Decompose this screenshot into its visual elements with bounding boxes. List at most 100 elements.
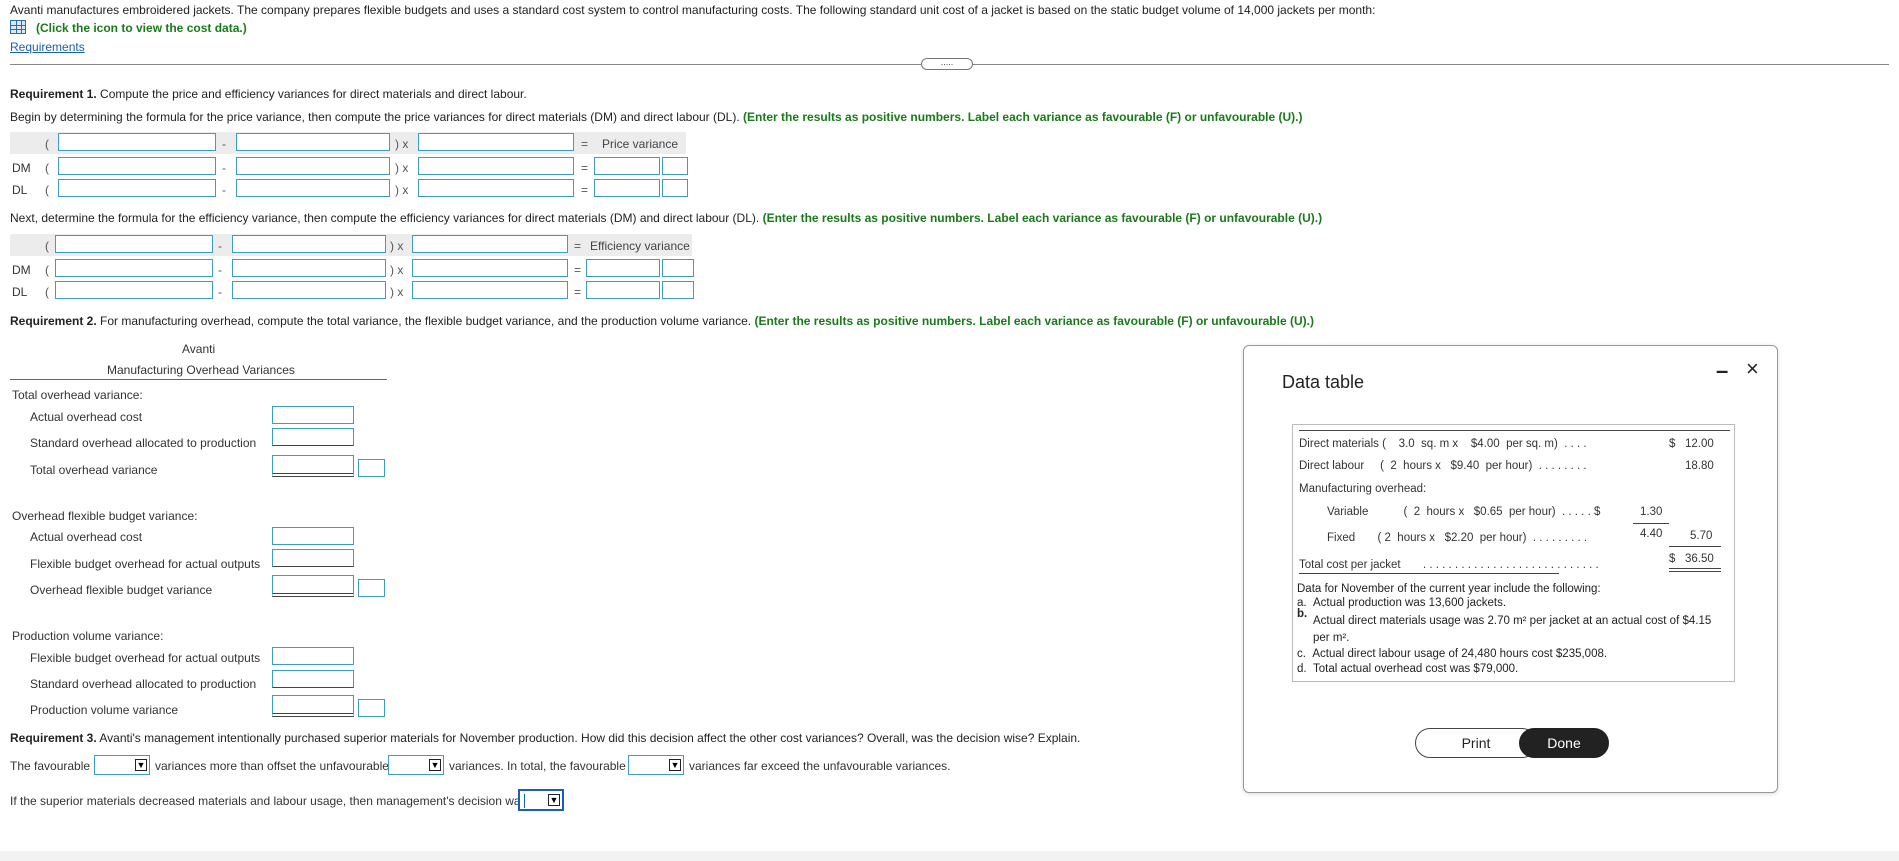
total-value: $ 36.50 bbox=[1669, 553, 1714, 565]
total-row: Total cost per jacket . . . . . . . . . … bbox=[1299, 559, 1599, 571]
prod-variance-amount[interactable] bbox=[272, 695, 354, 717]
dm-label: DM bbox=[12, 161, 31, 175]
minus-sign: - bbox=[218, 263, 222, 277]
resize-handle[interactable]: ..... bbox=[921, 58, 973, 70]
dl-price-variance-label[interactable] bbox=[662, 179, 688, 197]
prod-std-allocated-input[interactable] bbox=[272, 670, 354, 688]
chevron-down-icon: ▼ bbox=[429, 759, 441, 771]
flex-actual-overhead-input[interactable] bbox=[272, 527, 354, 545]
dm-price-actual-price[interactable] bbox=[58, 157, 216, 175]
flex-variance-title: Overhead flexible budget variance: bbox=[12, 509, 198, 523]
modal-title: Data table bbox=[1282, 372, 1365, 392]
req3-s1a: The favourable bbox=[10, 759, 91, 773]
dm-eff-standard-price[interactable] bbox=[412, 259, 568, 277]
eff-formula-actual-quantity[interactable] bbox=[55, 235, 213, 253]
fixed-value: 4.40 bbox=[1640, 528, 1663, 540]
dm-eff-standard-quantity[interactable] bbox=[232, 259, 386, 277]
data-table-icon[interactable] bbox=[10, 20, 26, 34]
price-intro-line: Begin by determining the formula for the… bbox=[10, 110, 1303, 124]
dl-price-standard-price[interactable] bbox=[236, 179, 390, 197]
done-button[interactable]: Done bbox=[1519, 728, 1609, 758]
dl-eff-variance-amount[interactable] bbox=[586, 281, 660, 299]
open-paren: ( bbox=[45, 137, 49, 151]
minimize-icon[interactable]: – bbox=[1716, 358, 1728, 384]
dl-price-variance-amount[interactable] bbox=[594, 179, 660, 197]
chevron-down-icon: ▼ bbox=[548, 794, 560, 806]
equals-sign: = bbox=[574, 285, 582, 299]
dl-eff-standard-quantity[interactable] bbox=[232, 281, 386, 299]
cost-data-box: Direct materials ( 3.0 sq. m x $4.00 per… bbox=[1292, 424, 1735, 682]
req3-label: Requirement 3. bbox=[10, 731, 97, 745]
decision-wise-select[interactable]: ▼ bbox=[518, 789, 564, 811]
item-c: c. Actual direct labour usage of 24,480 … bbox=[1297, 648, 1608, 660]
flex-variance-amount[interactable] bbox=[272, 575, 354, 597]
total-variance-fu-input[interactable] bbox=[358, 459, 385, 477]
dl-price-actual-price[interactable] bbox=[58, 179, 216, 197]
std-allocated-label: Standard overhead allocated to productio… bbox=[30, 677, 257, 691]
total-variance-amount[interactable] bbox=[272, 455, 354, 477]
actual-overhead-label: Actual overhead cost bbox=[30, 530, 143, 544]
dl-eff-standard-price[interactable] bbox=[412, 281, 568, 299]
dm-label: DM bbox=[12, 263, 31, 277]
fixed-row: Fixed ( 2 hours x $2.20 per hour) . . . … bbox=[1327, 532, 1588, 544]
minus-sign: - bbox=[218, 239, 222, 253]
total-rule bbox=[1669, 546, 1721, 547]
dm-price-variance-amount[interactable] bbox=[594, 157, 660, 175]
dm-price-actual-quantity[interactable] bbox=[418, 157, 574, 175]
prod-variance-title: Production volume variance: bbox=[12, 629, 164, 643]
dm-eff-actual-quantity[interactable] bbox=[55, 259, 213, 277]
price-variance-header: Price variance bbox=[602, 137, 679, 151]
minus-sign: - bbox=[222, 183, 226, 197]
chevron-down-icon: ▼ bbox=[669, 759, 681, 771]
view-data-link[interactable]: (Click the icon to view the cost data.) bbox=[36, 21, 247, 35]
moh-label: Manufacturing overhead: bbox=[1299, 483, 1427, 495]
req3-s2a: If the superior materials decreased mate… bbox=[10, 794, 527, 808]
req1-heading: Requirement 1. Compute the price and eff… bbox=[10, 87, 527, 101]
efficiency-variance-header: Efficiency variance bbox=[590, 239, 690, 253]
eff-formula-standard-price[interactable] bbox=[412, 235, 568, 253]
flex-budget-overhead-input[interactable] bbox=[272, 549, 354, 567]
times-sign: ) x bbox=[395, 161, 409, 175]
total-std-allocated-input[interactable] bbox=[272, 428, 354, 446]
equals-sign: = bbox=[581, 161, 589, 175]
favourable-variances-select-1[interactable]: ▼ bbox=[94, 755, 150, 775]
chevron-down-icon: ▼ bbox=[135, 759, 147, 771]
bottom-bar bbox=[0, 851, 1899, 861]
flex-budget-overhead-label: Flexible budget overhead for actual outp… bbox=[30, 651, 261, 665]
minus-sign: - bbox=[222, 161, 226, 175]
dm-eff-variance-amount[interactable] bbox=[586, 259, 660, 277]
dm-value: $ 12.00 bbox=[1669, 438, 1714, 450]
requirements-link[interactable]: Requirements bbox=[10, 40, 85, 54]
req2-instruction: (Enter the results as positive numbers. … bbox=[754, 314, 1314, 328]
eff-formula-standard-quantity[interactable] bbox=[232, 235, 386, 253]
favourable-variances-select-2[interactable]: ▼ bbox=[628, 755, 684, 775]
prod-variance-fu-input[interactable] bbox=[358, 699, 385, 717]
prod-flex-budget-input[interactable] bbox=[272, 647, 354, 665]
price-formula-standard-price[interactable] bbox=[236, 133, 390, 151]
dl-eff-actual-quantity[interactable] bbox=[55, 281, 213, 299]
price-formula-actual-quantity[interactable] bbox=[418, 133, 574, 151]
eff-instruction: (Enter the results as positive numbers. … bbox=[762, 211, 1323, 225]
flex-budget-overhead-label: Flexible budget overhead for actual outp… bbox=[30, 557, 261, 571]
total-actual-overhead-input[interactable] bbox=[272, 406, 354, 424]
dl-row: Direct labour ( 2 hours x $9.40 per hour… bbox=[1299, 460, 1587, 472]
std-allocated-label: Standard overhead allocated to productio… bbox=[30, 436, 257, 450]
flex-variance-fu-input[interactable] bbox=[358, 579, 385, 597]
text-cursor bbox=[524, 794, 525, 808]
req3-s1c: variances. In total, the favourable bbox=[449, 759, 626, 773]
minus-sign: - bbox=[222, 137, 226, 151]
dm-price-variance-label[interactable] bbox=[662, 157, 688, 175]
dl-eff-variance-label[interactable] bbox=[662, 281, 694, 299]
dm-price-standard-price[interactable] bbox=[236, 157, 390, 175]
dl-price-actual-quantity[interactable] bbox=[418, 179, 574, 197]
dl-value: 18.80 bbox=[1685, 460, 1714, 472]
unfavourable-variances-select[interactable]: ▼ bbox=[388, 755, 444, 775]
req2-text: For manufacturing overhead, compute the … bbox=[100, 314, 752, 328]
times-sign: ) x bbox=[390, 239, 404, 253]
price-formula-actual-price[interactable] bbox=[58, 133, 216, 151]
close-icon[interactable]: × bbox=[1746, 356, 1759, 382]
intro-text: Avanti manufactures embroidered jackets.… bbox=[10, 3, 1376, 17]
times-sign: ) x bbox=[395, 137, 409, 151]
req3-s1d: variances far exceed the unfavourable va… bbox=[689, 759, 951, 773]
dm-eff-variance-label[interactable] bbox=[662, 259, 694, 277]
